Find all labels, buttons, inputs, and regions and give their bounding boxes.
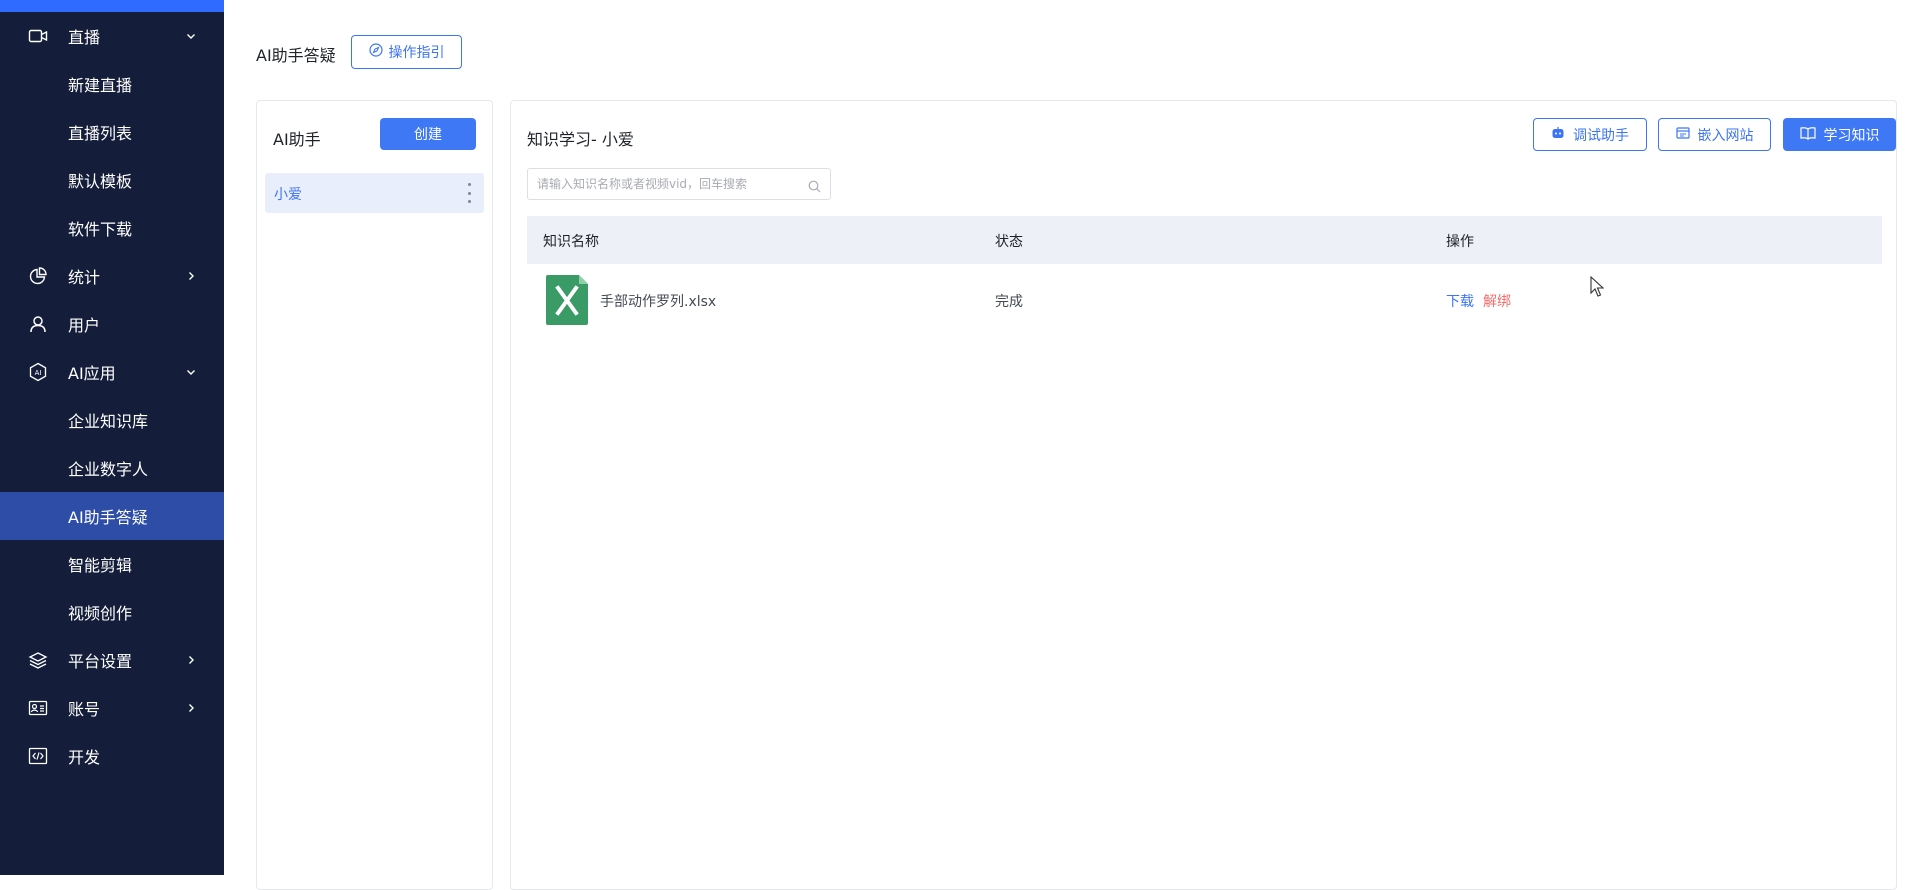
assistant-list-panel: AI助手 创建 小爱 xyxy=(256,100,493,890)
debug-assistant-label: 调试助手 xyxy=(1573,125,1629,145)
sidebar-item-label: 直播 xyxy=(68,24,100,48)
sidebar-item-label: 开发 xyxy=(68,744,100,768)
knowledge-search-input[interactable] xyxy=(528,169,798,199)
robot-icon xyxy=(1551,126,1565,144)
sidebar-item-live-list[interactable]: 直播列表 xyxy=(0,108,224,156)
sidebar-item-label: 用户 xyxy=(68,312,100,336)
sidebar: 直播 新建直播 直播列表 默认模板 软件下载 统计 用户 AI AI应用 企 xyxy=(0,0,224,875)
sidebar-item-account[interactable]: 账号 xyxy=(0,684,224,732)
sidebar-item-label: 企业数字人 xyxy=(68,456,148,480)
chevron-down-icon xyxy=(184,28,198,42)
ai-hexagon-icon: AI xyxy=(28,363,48,381)
sidebar-nav: 直播 新建直播 直播列表 默认模板 软件下载 统计 用户 AI AI应用 企 xyxy=(0,12,224,780)
sidebar-item-new-live[interactable]: 新建直播 xyxy=(0,60,224,108)
sidebar-item-develop[interactable]: 开发 xyxy=(0,732,224,780)
sidebar-item-label: 平台设置 xyxy=(68,648,132,672)
knowledge-status: 完成 xyxy=(995,291,1023,311)
column-header-status: 状态 xyxy=(995,231,1023,251)
sidebar-top-accent xyxy=(0,0,224,12)
sidebar-item-knowledge-base[interactable]: 企业知识库 xyxy=(0,396,224,444)
download-link[interactable]: 下载 xyxy=(1446,291,1474,311)
chevron-right-icon xyxy=(184,700,198,714)
browser-window-icon xyxy=(1676,126,1690,144)
sidebar-item-default-template[interactable]: 默认模板 xyxy=(0,156,224,204)
user-icon xyxy=(28,315,48,333)
more-vertical-icon[interactable] xyxy=(468,183,472,203)
knowledge-panel: 知识学习- 小爱 调试助手 嵌入网站 学习知识 知识名称 状态 操作 手部动作罗… xyxy=(510,100,1897,890)
sidebar-item-video-creation[interactable]: 视频创作 xyxy=(0,588,224,636)
search-icon[interactable] xyxy=(808,178,821,191)
sidebar-item-digital-human[interactable]: 企业数字人 xyxy=(0,444,224,492)
column-header-actions: 操作 xyxy=(1446,231,1474,251)
compass-icon xyxy=(369,43,383,61)
pie-chart-icon xyxy=(28,267,48,285)
chevron-right-icon xyxy=(184,268,198,282)
main-content: AI助手答疑 操作指引 AI助手 创建 小爱 知识学习- 小爱 调试助手 嵌入网… xyxy=(224,0,1906,875)
table-row: 手部动作罗列.xlsx 完成 下载 解绑 xyxy=(527,264,1882,338)
knowledge-search xyxy=(527,168,831,200)
sidebar-item-label: 智能剪辑 xyxy=(68,552,132,576)
sidebar-item-smart-edit[interactable]: 智能剪辑 xyxy=(0,540,224,588)
learn-knowledge-button[interactable]: 学习知识 xyxy=(1783,118,1896,151)
learn-knowledge-label: 学习知识 xyxy=(1824,125,1880,145)
sidebar-item-live[interactable]: 直播 xyxy=(0,12,224,60)
sidebar-item-platform-settings[interactable]: 平台设置 xyxy=(0,636,224,684)
column-header-name: 知识名称 xyxy=(543,231,599,251)
unbind-link[interactable]: 解绑 xyxy=(1483,291,1511,311)
debug-assistant-button[interactable]: 调试助手 xyxy=(1533,118,1647,151)
chevron-down-icon xyxy=(184,364,198,378)
sidebar-item-software-download[interactable]: 软件下载 xyxy=(0,204,224,252)
sidebar-item-label: 软件下载 xyxy=(68,216,132,240)
id-card-icon xyxy=(28,699,48,717)
sidebar-item-label: AI助手答疑 xyxy=(68,504,148,528)
table-header: 知识名称 状态 操作 xyxy=(527,216,1882,264)
code-icon xyxy=(28,747,48,765)
excel-file-icon xyxy=(546,275,588,325)
knowledge-panel-title: 知识学习- 小爱 xyxy=(527,126,634,150)
svg-text:AI: AI xyxy=(35,369,42,377)
guide-button-label: 操作指引 xyxy=(389,42,445,62)
sidebar-item-label: 企业知识库 xyxy=(68,408,148,432)
sidebar-item-label: AI应用 xyxy=(68,360,116,384)
embed-website-button[interactable]: 嵌入网站 xyxy=(1658,118,1771,151)
guide-button[interactable]: 操作指引 xyxy=(351,35,462,69)
sidebar-item-label: 视频创作 xyxy=(68,600,132,624)
create-assistant-button[interactable]: 创建 xyxy=(380,118,476,150)
sidebar-item-label: 账号 xyxy=(68,696,100,720)
open-book-icon xyxy=(1800,126,1816,144)
knowledge-file-name: 手部动作罗列.xlsx xyxy=(600,291,716,311)
sidebar-item-label: 直播列表 xyxy=(68,120,132,144)
assistant-panel-title: AI助手 xyxy=(273,126,321,150)
sidebar-item-label: 默认模板 xyxy=(68,168,132,192)
layers-icon xyxy=(28,651,48,669)
sidebar-item-users[interactable]: 用户 xyxy=(0,300,224,348)
video-camera-icon xyxy=(28,27,48,45)
assistant-item[interactable]: 小爱 xyxy=(265,173,484,213)
mouse-cursor-icon xyxy=(1590,276,1604,298)
sidebar-item-label: 新建直播 xyxy=(68,72,132,96)
page-title: AI助手答疑 xyxy=(256,42,336,66)
sidebar-item-label: 统计 xyxy=(68,264,100,288)
sidebar-item-ai-assistant[interactable]: AI助手答疑 xyxy=(0,492,224,540)
assistant-name: 小爱 xyxy=(274,184,302,204)
chevron-right-icon xyxy=(184,652,198,666)
embed-website-label: 嵌入网站 xyxy=(1698,125,1754,145)
sidebar-item-statistics[interactable]: 统计 xyxy=(0,252,224,300)
sidebar-item-ai-apps[interactable]: AI AI应用 xyxy=(0,348,224,396)
